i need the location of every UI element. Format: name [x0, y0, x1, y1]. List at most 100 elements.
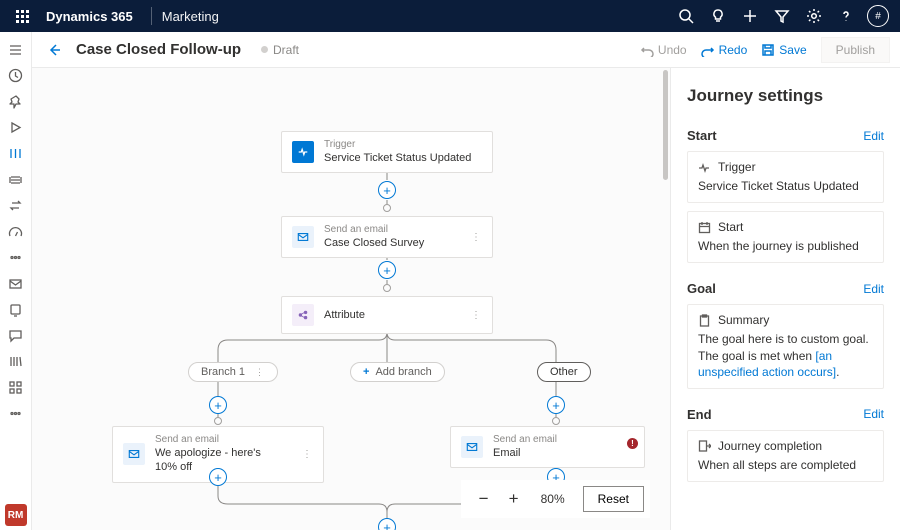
- rail-more1[interactable]: [0, 244, 32, 270]
- add-step-button[interactable]: +: [209, 468, 227, 486]
- node-email-survey[interactable]: Send an email Case Closed Survey ⋮: [281, 216, 493, 258]
- zoom-out-button[interactable]: −: [475, 490, 493, 508]
- add-branch-button[interactable]: + Add branch: [350, 362, 445, 382]
- dots-icon: [8, 406, 23, 421]
- plus-icon: +: [363, 366, 369, 378]
- node-more-button[interactable]: ⋮: [461, 232, 482, 243]
- add-step-button[interactable]: +: [547, 396, 565, 414]
- redo-button[interactable]: Redo: [701, 43, 748, 57]
- node-label: Send an email: [493, 434, 557, 446]
- journey-canvas[interactable]: Trigger Service Ticket Status Updated + …: [32, 68, 670, 530]
- node-email-generic[interactable]: Send an email Email: [450, 426, 645, 468]
- node-attribute[interactable]: Attribute ⋮: [281, 296, 493, 334]
- rail-email[interactable]: [0, 270, 32, 296]
- rail-library[interactable]: [0, 348, 32, 374]
- ideas-button[interactable]: [702, 0, 734, 32]
- node-more-button[interactable]: ⋮: [292, 449, 313, 460]
- zoom-percent: 80%: [535, 492, 571, 506]
- undo-button[interactable]: Undo: [640, 43, 687, 57]
- module-name[interactable]: Marketing: [162, 9, 219, 24]
- rail-recent[interactable]: [0, 62, 32, 88]
- zoom-controls: − + 80% Reset: [461, 480, 650, 518]
- zoom-in-button[interactable]: +: [505, 490, 523, 508]
- rail-menu[interactable]: [0, 36, 32, 62]
- app-launcher-button[interactable]: [6, 0, 38, 32]
- card-body: Service Ticket Status Updated: [698, 178, 873, 194]
- rail-play[interactable]: [0, 114, 32, 140]
- calendar-icon: [698, 221, 711, 234]
- add-step-button[interactable]: +: [378, 261, 396, 279]
- section-heading: Goal: [687, 281, 716, 296]
- section-goal: Goal Edit Summary The goal here is to cu…: [687, 281, 884, 389]
- plus-icon: [742, 8, 758, 24]
- redo-label: Redo: [719, 43, 748, 57]
- search-button[interactable]: [670, 0, 702, 32]
- rail-convert[interactable]: [0, 192, 32, 218]
- help-button[interactable]: [830, 0, 862, 32]
- branch-more-button[interactable]: ⋮: [255, 367, 265, 378]
- arrow-left-icon: [46, 42, 62, 58]
- undo-icon: [640, 43, 654, 57]
- mail-icon: [123, 443, 145, 465]
- settings-button[interactable]: [798, 0, 830, 32]
- card-start[interactable]: Start When the journey is published: [687, 211, 884, 263]
- command-bar: Case Closed Follow-up Draft Undo Redo Sa…: [32, 32, 900, 68]
- save-button[interactable]: Save: [761, 43, 806, 57]
- clock-icon: [8, 68, 23, 83]
- status-badge: Draft: [261, 43, 299, 57]
- rail-pinned[interactable]: [0, 88, 32, 114]
- rail-assets[interactable]: [0, 166, 32, 192]
- node-title: Service Ticket Status Updated: [324, 151, 471, 165]
- rail-persona[interactable]: RM: [5, 504, 27, 526]
- node-label: Send an email: [324, 224, 424, 236]
- funnel-icon: [774, 8, 790, 24]
- card-completion[interactable]: Journey completion When all steps are co…: [687, 430, 884, 482]
- settings-panel: Journey settings Start Edit Trigger Serv…: [670, 68, 900, 530]
- dots-icon: [8, 250, 23, 265]
- rail-journeys[interactable]: [0, 140, 32, 166]
- trigger-icon: [292, 141, 314, 163]
- clipboard-icon: [698, 314, 711, 327]
- card-summary[interactable]: Summary The goal here is to custom goal.…: [687, 304, 884, 389]
- rail-templates[interactable]: [0, 374, 32, 400]
- connector-dot: [552, 417, 560, 425]
- edit-end-link[interactable]: Edit: [863, 407, 884, 421]
- zoom-reset-button[interactable]: Reset: [583, 486, 644, 512]
- filter-button[interactable]: [766, 0, 798, 32]
- add-button[interactable]: [734, 0, 766, 32]
- product-name[interactable]: Dynamics 365: [38, 9, 141, 24]
- card-body: When all steps are completed: [698, 457, 873, 473]
- add-step-button[interactable]: +: [378, 181, 396, 199]
- rail-more2[interactable]: [0, 400, 32, 426]
- gauge-icon: [8, 224, 23, 239]
- trigger-icon: [698, 161, 711, 174]
- account-button[interactable]: #: [862, 0, 894, 32]
- rail-chat[interactable]: [0, 322, 32, 348]
- rail-device[interactable]: [0, 296, 32, 322]
- node-trigger[interactable]: Trigger Service Ticket Status Updated: [281, 131, 493, 173]
- edit-goal-link[interactable]: Edit: [863, 282, 884, 296]
- edit-start-link[interactable]: Edit: [863, 129, 884, 143]
- branch-pill-other[interactable]: Other: [537, 362, 591, 382]
- back-button[interactable]: [42, 38, 66, 62]
- error-badge[interactable]: !: [627, 438, 638, 449]
- node-more-button[interactable]: ⋮: [461, 310, 482, 321]
- add-step-button[interactable]: +: [209, 396, 227, 414]
- rail-speed[interactable]: [0, 218, 32, 244]
- branch-pill-1[interactable]: Branch 1 ⋮: [188, 362, 278, 382]
- connector-dot: [214, 417, 222, 425]
- waffle-icon: [16, 10, 29, 23]
- chat-icon: [8, 328, 23, 343]
- device-icon: [8, 302, 23, 317]
- swap-icon: [8, 198, 23, 213]
- persona-badge: RM: [5, 504, 27, 526]
- node-title: Case Closed Survey: [324, 236, 424, 250]
- save-icon: [761, 43, 775, 57]
- publish-button[interactable]: Publish: [821, 37, 890, 63]
- help-icon: [838, 8, 854, 24]
- node-label: Send an email: [155, 434, 282, 446]
- add-step-button[interactable]: +: [378, 518, 396, 530]
- bulb-icon: [710, 8, 726, 24]
- card-trigger[interactable]: Trigger Service Ticket Status Updated: [687, 151, 884, 203]
- page-title: Case Closed Follow-up: [76, 41, 241, 58]
